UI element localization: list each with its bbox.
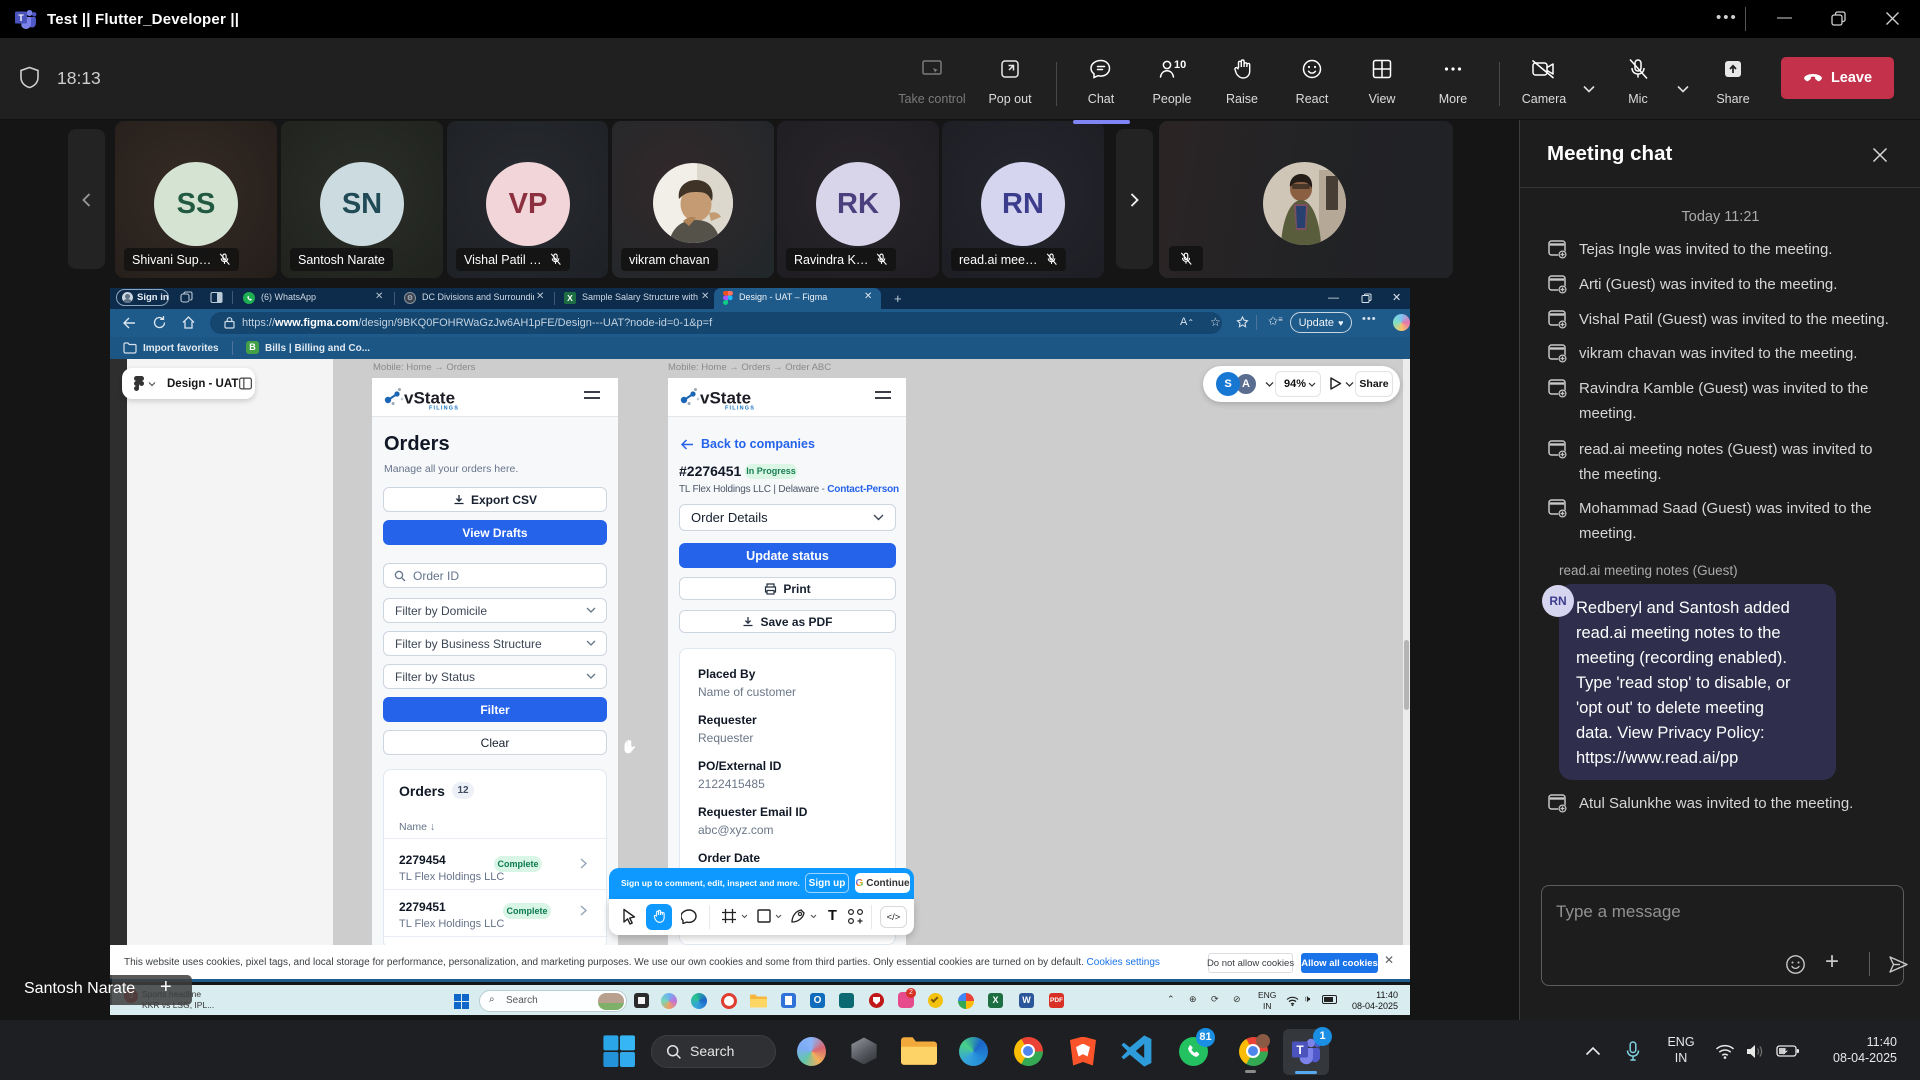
svg-text:T: T — [1296, 1043, 1304, 1057]
svg-text:FILINGS: FILINGS — [429, 406, 459, 411]
svg-text:10: 10 — [1174, 59, 1186, 71]
svg-text:T: T — [18, 13, 24, 23]
svg-text:FILINGS: FILINGS — [725, 406, 755, 411]
